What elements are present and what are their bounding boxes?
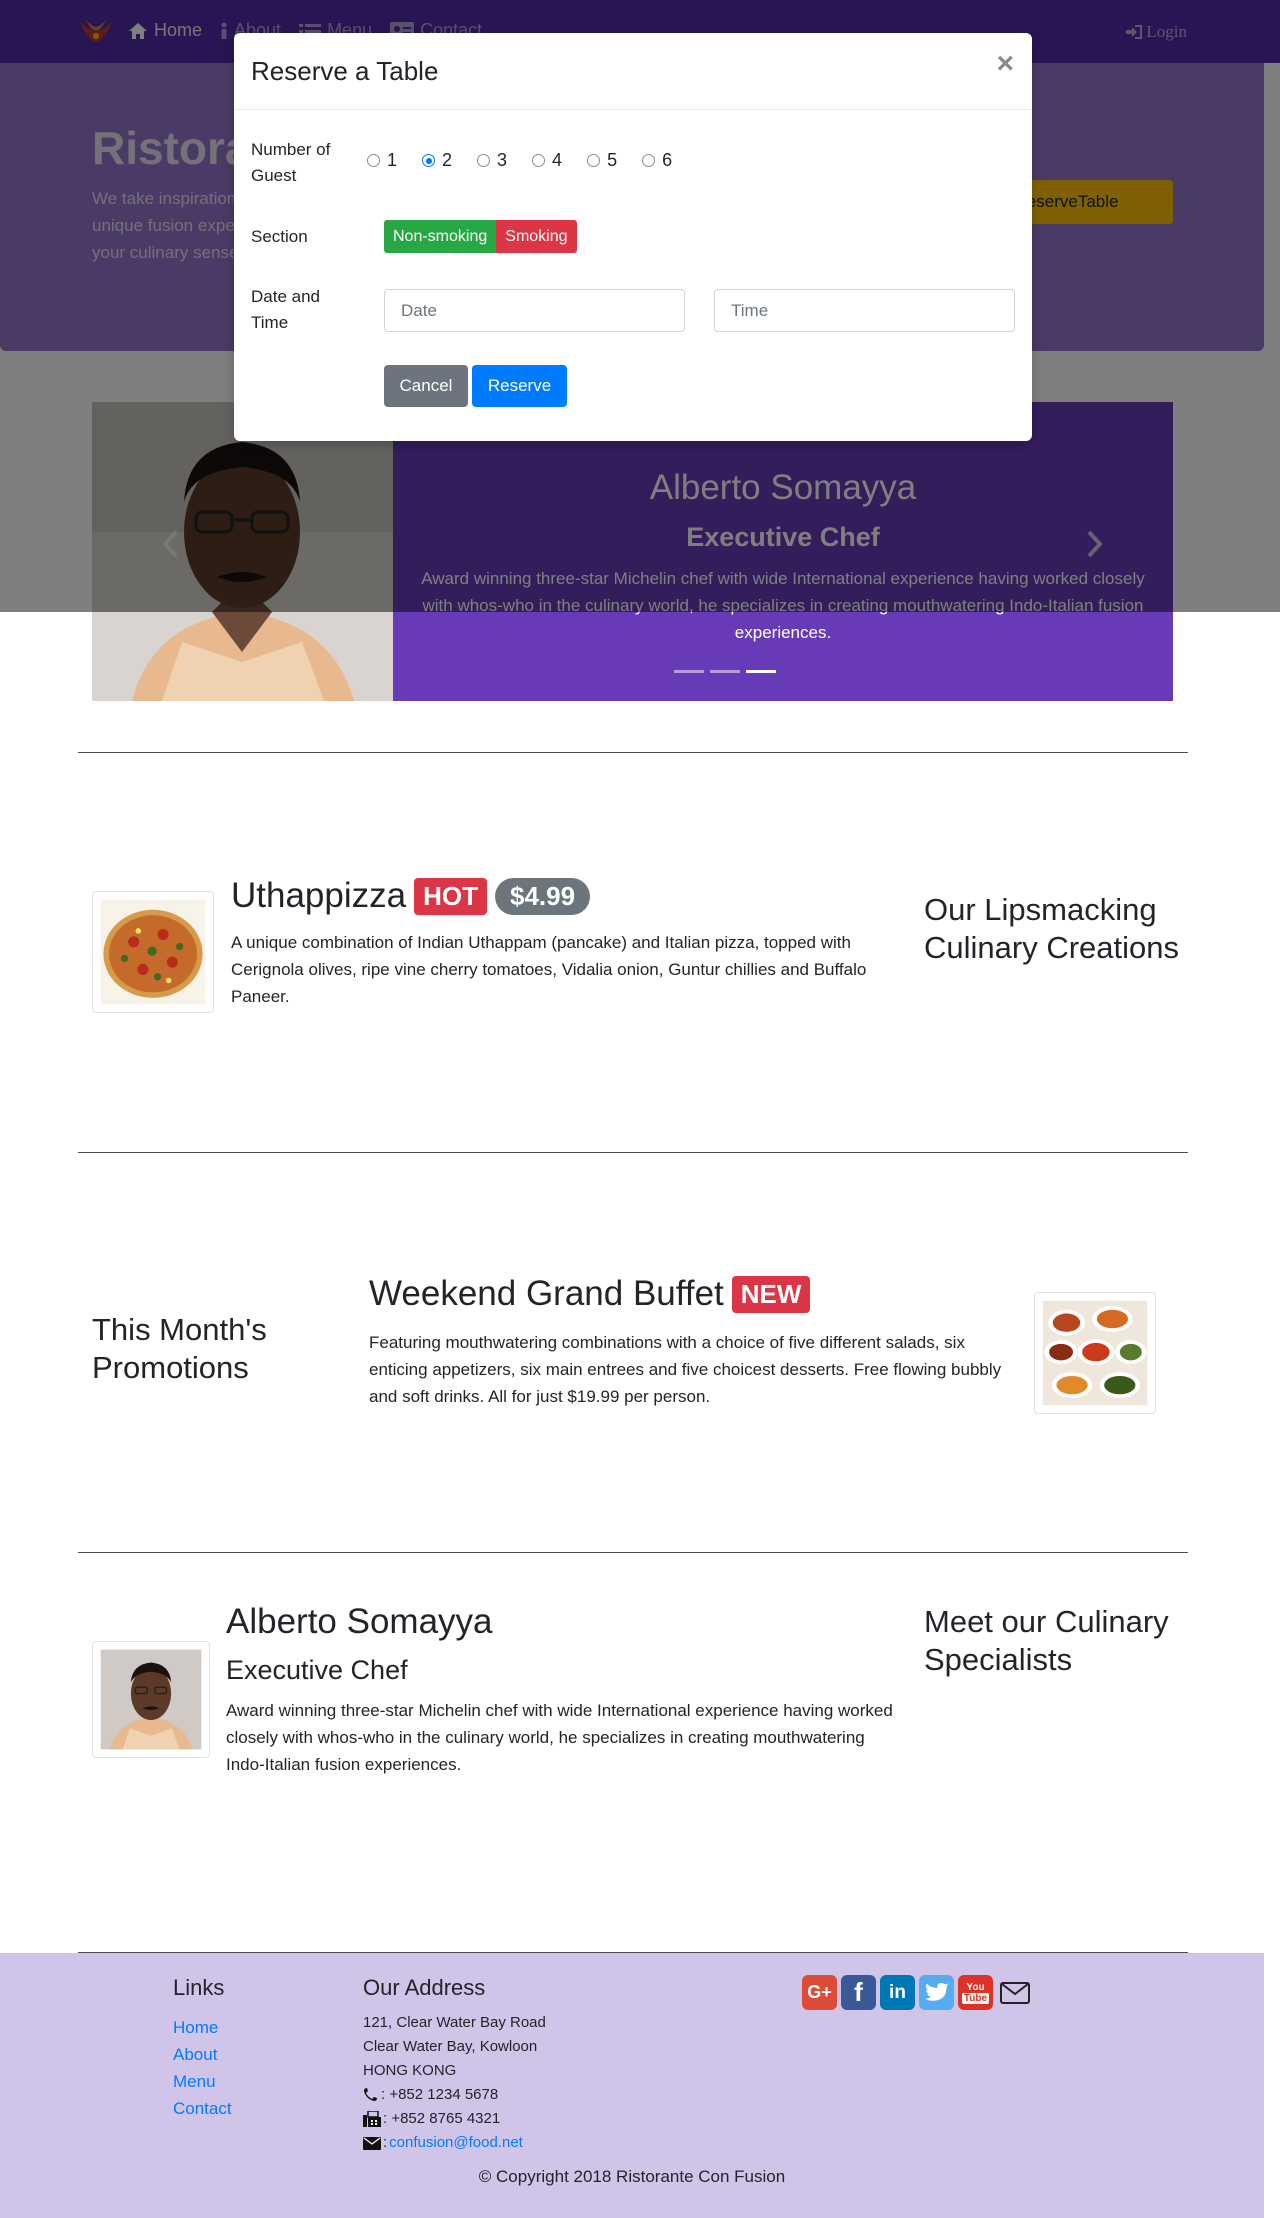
leader-name: Alberto Somayya bbox=[226, 1602, 493, 1641]
section-toggle-group: Non-smoking Smoking bbox=[384, 220, 577, 253]
leader-photo bbox=[92, 1641, 210, 1758]
guest-radio-6[interactable]: 6 bbox=[642, 150, 672, 171]
address-line: HONG KONG bbox=[363, 2062, 457, 2079]
promotion-description: Featuring mouthwatering combinations wit… bbox=[369, 1333, 1002, 1406]
phone-icon bbox=[364, 2088, 377, 2101]
twitter-icon[interactable] bbox=[919, 1975, 954, 2010]
radio-button[interactable] bbox=[642, 154, 656, 167]
carousel-indicator-active[interactable] bbox=[746, 670, 776, 673]
modal-header: Reserve a Table × bbox=[234, 33, 1032, 110]
radio-label: 2 bbox=[442, 150, 453, 170]
email-link[interactable]: confusion@food.net bbox=[389, 2131, 523, 2155]
guest-radio-5[interactable]: 5 bbox=[587, 150, 617, 171]
radio-button[interactable] bbox=[367, 154, 380, 167]
guest-radio-2[interactable]: 2 bbox=[422, 150, 452, 171]
guest-radio-1[interactable]: 1 bbox=[367, 150, 397, 171]
cancel-button[interactable]: Cancel bbox=[384, 365, 468, 407]
datetime-label: Date and Time bbox=[251, 287, 320, 332]
fax-number: : +852 8765 4321 bbox=[383, 2110, 501, 2127]
email-separator: : bbox=[383, 2134, 388, 2151]
divider bbox=[78, 1152, 1188, 1153]
price-badge: $4.99 bbox=[495, 877, 591, 915]
youtube-text-bottom: Tube bbox=[961, 1992, 990, 2004]
guests-label: Number of Guest bbox=[251, 140, 331, 185]
guests-radio-group: 1 2 3 4 5 6 bbox=[367, 150, 672, 171]
promotion-title: Weekend Grand Buffet NEW bbox=[369, 1274, 811, 1314]
address-line: Clear Water Bay, Kowloon bbox=[363, 2038, 538, 2055]
guest-radio-3[interactable]: 3 bbox=[477, 150, 507, 171]
carousel-indicator[interactable] bbox=[710, 670, 740, 673]
address-block: 121, Clear Water Bay Road Clear Water Ba… bbox=[363, 2011, 546, 2155]
social-icons: G+ f in You Tube bbox=[802, 1975, 1032, 2010]
leader-description: Award winning three-star Michelin chef w… bbox=[226, 1701, 893, 1774]
guest-radio-4[interactable]: 4 bbox=[532, 150, 562, 171]
address-line: 121, Clear Water Bay Road bbox=[363, 2014, 546, 2031]
modal-title: Reserve a Table bbox=[251, 56, 439, 86]
uthappizza-image bbox=[92, 891, 214, 1013]
dish-name: Uthappizza bbox=[231, 876, 407, 915]
leader-title: Alberto Somayya bbox=[226, 1602, 493, 1642]
radio-button[interactable] bbox=[477, 154, 491, 167]
carousel-indicators bbox=[674, 670, 776, 673]
new-badge: NEW bbox=[731, 1275, 811, 1313]
footer-link-home[interactable]: Home bbox=[173, 2018, 218, 2037]
non-smoking-button[interactable]: Non-smoking bbox=[384, 220, 497, 253]
radio-button-checked[interactable] bbox=[422, 154, 436, 167]
youtube-icon[interactable]: You Tube bbox=[958, 1975, 993, 2010]
smoking-button[interactable]: Smoking bbox=[496, 220, 577, 253]
footer-links-heading: Links bbox=[173, 1975, 225, 2000]
facebook-icon[interactable]: f bbox=[841, 1975, 876, 2010]
carousel-indicator[interactable] bbox=[674, 670, 704, 673]
section-label: Section bbox=[251, 227, 308, 246]
buffet-image bbox=[1034, 1292, 1156, 1414]
date-input[interactable]: Date bbox=[384, 289, 685, 332]
linkedin-icon[interactable]: in bbox=[880, 1975, 915, 2010]
promotion-section-heading: This Month's Promotions bbox=[92, 1312, 267, 1385]
email-row: : confusion@food.net bbox=[363, 2131, 546, 2155]
radio-label: 6 bbox=[662, 150, 673, 170]
promotion-name: Weekend Grand Buffet bbox=[369, 1274, 724, 1313]
dish-title: Uthappizza HOT $4.99 bbox=[231, 876, 591, 916]
hot-badge: HOT bbox=[414, 877, 487, 915]
leader-role: Executive Chef bbox=[226, 1655, 408, 1685]
footer-link-about[interactable]: About bbox=[173, 2045, 217, 2064]
footer-link-contact[interactable]: Contact bbox=[173, 2099, 232, 2118]
footer-links: Home About Menu Contact bbox=[173, 2014, 232, 2122]
radio-button[interactable] bbox=[587, 154, 601, 167]
fax-row: : +852 8765 4321 bbox=[363, 2107, 546, 2131]
dish-description: A unique combination of Indian Uthappam … bbox=[231, 933, 867, 1006]
footer-address-heading: Our Address bbox=[363, 1975, 486, 2000]
youtube-text-top: You bbox=[966, 1981, 985, 1993]
radio-label: 1 bbox=[387, 150, 398, 170]
fax-icon bbox=[363, 2111, 381, 2127]
time-input[interactable]: Time bbox=[714, 289, 1015, 332]
footer-link-menu[interactable]: Menu bbox=[173, 2072, 216, 2091]
divider bbox=[78, 752, 1188, 753]
leader-section-heading: Meet our Culinary Specialists bbox=[924, 1604, 1169, 1677]
copyright: © Copyright 2018 Ristorante Con Fusion bbox=[478, 2167, 786, 2186]
envelope-icon[interactable] bbox=[997, 1975, 1032, 2010]
reserve-table-modal: Reserve a Table × Number of Guest 1 2 3 … bbox=[234, 33, 1032, 441]
radio-label: 3 bbox=[497, 150, 508, 170]
radio-label: 4 bbox=[552, 150, 563, 170]
phone-row: : +852 1234 5678 bbox=[363, 2083, 546, 2107]
divider bbox=[78, 1552, 1188, 1553]
radio-label: 5 bbox=[607, 150, 618, 170]
footer: Links Home About Menu Contact Our Addres… bbox=[0, 1953, 1264, 2218]
envelope-small-icon bbox=[363, 2136, 381, 2150]
phone-number: : +852 1234 5678 bbox=[381, 2086, 499, 2103]
close-icon[interactable]: × bbox=[996, 49, 1014, 79]
reserve-button[interactable]: Reserve bbox=[472, 365, 567, 407]
dish-section-heading: Our Lipsmacking Culinary Creations bbox=[924, 892, 1179, 965]
radio-button[interactable] bbox=[532, 154, 546, 167]
google-plus-icon[interactable]: G+ bbox=[802, 1975, 837, 2010]
